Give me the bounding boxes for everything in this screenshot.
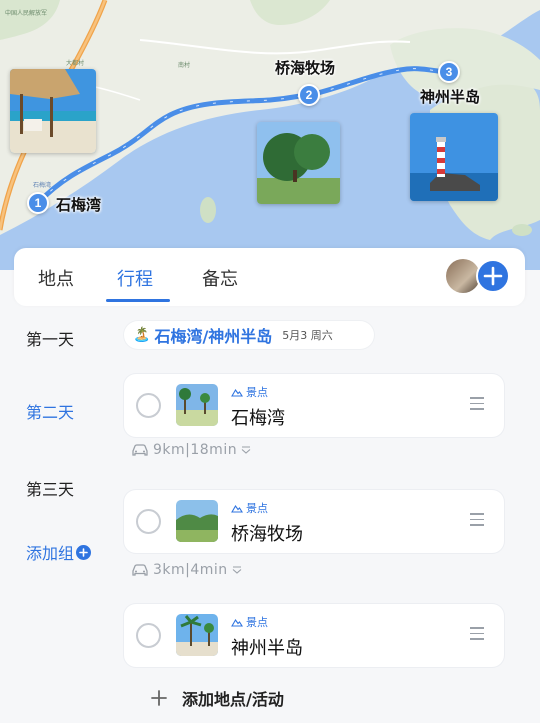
place-type-tag: 景点 [231, 384, 268, 400]
transit-text: 3km|4min [153, 562, 228, 578]
tab-bar: 地点 行程 备忘 [14, 248, 525, 306]
scenic-spot-icon [231, 618, 243, 627]
place-type-tag: 景点 [231, 500, 268, 516]
stop-3-photo[interactable] [410, 113, 498, 201]
avatar[interactable] [446, 259, 480, 293]
place-name: 神州半岛 [231, 638, 303, 659]
map-label: 南村 [178, 62, 191, 69]
scenic-spot-icon [231, 504, 243, 513]
drag-handle-icon[interactable] [470, 397, 484, 414]
plus-circle-icon [76, 544, 92, 560]
stop-marker[interactable]: 1 [27, 192, 49, 214]
transit-info[interactable]: 9km|18min [131, 442, 251, 458]
day-header[interactable]: 🏝️ 石梅湾/神州半岛 5月3 周六 [124, 321, 374, 349]
stop-name-label: 桥海牧场 [275, 59, 336, 77]
place-name: 石梅湾 [231, 408, 285, 429]
complete-checkbox[interactable] [136, 393, 161, 418]
tab-places[interactable]: 地点 [38, 265, 74, 291]
chevron-down-icon [232, 566, 242, 574]
place-type-tag: 景点 [231, 614, 268, 630]
place-thumbnail [176, 614, 218, 656]
transit-text: 9km|18min [153, 442, 238, 458]
drag-handle-icon[interactable] [470, 513, 484, 530]
place-thumbnail [176, 384, 218, 426]
transit-info[interactable]: 3km|4min [131, 562, 242, 578]
add-place-label: 添加地点/活动 [182, 690, 284, 709]
day-item-2[interactable]: 第二天 [26, 399, 74, 423]
day-item-1[interactable]: 第一天 [26, 326, 74, 350]
stop-marker[interactable]: 3 [438, 61, 460, 83]
plus-icon [483, 266, 503, 286]
complete-checkbox[interactable] [136, 623, 161, 648]
add-group-button[interactable]: 添加组 [26, 540, 92, 564]
day-item-3[interactable]: 第三天 [26, 476, 74, 500]
stop-name-label: 石梅湾 [56, 196, 102, 214]
complete-checkbox[interactable] [136, 509, 161, 534]
car-icon [132, 444, 148, 456]
place-type-label: 景点 [246, 502, 268, 515]
plus-icon [151, 690, 167, 706]
stop-2-photo[interactable] [257, 122, 340, 204]
stop-1-photo[interactable] [10, 69, 96, 153]
itinerary-card[interactable]: 景点 桥海牧场 [124, 490, 504, 553]
island-icon: 🏝️ [133, 327, 151, 343]
map-label: 中国人民解放军 [5, 10, 48, 17]
chevron-down-icon [241, 446, 251, 454]
add-group-label: 添加组 [26, 544, 75, 563]
stop-marker[interactable]: 2 [298, 84, 320, 106]
map-label: 大都村 [66, 60, 85, 67]
place-type-label: 景点 [246, 616, 268, 629]
active-tab-indicator [106, 299, 170, 302]
tab-itinerary[interactable]: 行程 [117, 265, 153, 291]
stop-name-label: 神州半岛 [420, 88, 481, 106]
day-route-title: 石梅湾/神州半岛 [154, 327, 273, 346]
itinerary-card[interactable]: 景点 石梅湾 [124, 374, 504, 437]
add-place-button[interactable]: 添加地点/活动 [150, 686, 284, 710]
map-view[interactable]: 中国人民解放军 石梅湾 大都村 南村 1 石梅湾 2 桥海牧场 3 神州半岛 [0, 0, 540, 270]
drag-handle-icon[interactable] [470, 627, 484, 644]
place-type-label: 景点 [246, 386, 268, 399]
add-button[interactable] [476, 259, 510, 293]
itinerary-card[interactable]: 景点 神州半岛 [124, 604, 504, 667]
place-thumbnail [176, 500, 218, 542]
scenic-spot-icon [231, 388, 243, 397]
day-date: 5月3 周六 [282, 329, 333, 342]
map-label: 石梅湾 [33, 182, 52, 189]
place-name: 桥海牧场 [231, 524, 303, 545]
tab-notes[interactable]: 备忘 [202, 265, 238, 291]
car-icon [132, 564, 148, 576]
